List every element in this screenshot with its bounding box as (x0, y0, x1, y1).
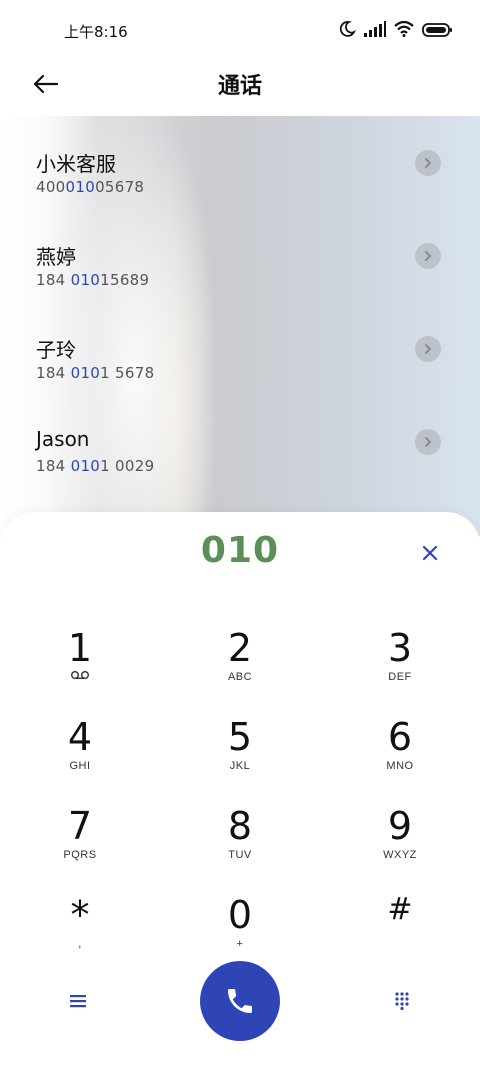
contact-item[interactable]: 小米客服 40001005678 (0, 148, 480, 232)
menu-button[interactable] (62, 985, 94, 1017)
contact-item[interactable]: Jason 184 0101 0029 (0, 427, 480, 511)
keypad-icon (395, 992, 409, 1010)
clear-icon (422, 545, 438, 561)
status-bar: 上午8:16 (0, 0, 480, 62)
back-arrow-icon (33, 74, 58, 94)
contact-details-button[interactable] (415, 336, 441, 362)
menu-icon (70, 995, 86, 1008)
contact-name: 燕婷 (36, 245, 76, 269)
moon-icon (338, 20, 357, 42)
key-1[interactable]: 1 (20, 626, 140, 706)
wifi-icon (394, 20, 414, 41)
chevron-right-icon (425, 344, 431, 354)
back-button[interactable] (28, 70, 62, 98)
contact-number: 184 0101 5678 (36, 364, 155, 382)
contact-details-button[interactable] (415, 429, 441, 455)
contact-number: 184 0101 0029 (36, 457, 155, 475)
contact-number: 40001005678 (36, 178, 145, 196)
chevron-right-icon (425, 437, 431, 447)
key-2[interactable]: 2 ABC (180, 626, 300, 706)
key-9[interactable]: 9 WXYZ (340, 804, 460, 884)
dialed-number: 010 (200, 530, 280, 571)
chevron-right-icon (425, 251, 431, 261)
key-5[interactable]: 5 JKL (180, 715, 300, 795)
contact-item[interactable]: 子玲 184 0101 5678 (0, 334, 480, 418)
key-6[interactable]: 6 MNO (340, 715, 460, 795)
status-icons (338, 20, 452, 42)
clear-button[interactable] (418, 541, 442, 565)
contact-item[interactable]: 燕婷 184 01015689 (0, 241, 480, 325)
call-button[interactable] (200, 961, 280, 1041)
header: 通话 (0, 62, 480, 106)
key-hash[interactable]: # (340, 888, 460, 968)
battery-icon (422, 22, 452, 41)
status-time: 上午8:16 (64, 22, 128, 41)
key-4[interactable]: 4 GHI (20, 715, 140, 795)
contact-details-button[interactable] (415, 150, 441, 176)
contact-details-button[interactable] (415, 243, 441, 269)
page-title: 通话 (217, 74, 262, 99)
signal-icon (364, 21, 386, 41)
contact-name: Jason (36, 427, 90, 451)
contact-name: 子玲 (36, 338, 76, 362)
contact-name: 小米客服 (36, 152, 116, 176)
keypad-toggle-button[interactable] (386, 985, 418, 1017)
call-icon (228, 989, 252, 1013)
key-3[interactable]: 3 DEF (340, 626, 460, 706)
chevron-right-icon (425, 158, 431, 168)
key-7[interactable]: 7 PQRS (20, 804, 140, 884)
voicemail-icon (20, 670, 140, 684)
key-star[interactable]: * , (20, 893, 140, 973)
key-8[interactable]: 8 TUV (180, 804, 300, 884)
contact-number: 184 01015689 (36, 271, 150, 289)
